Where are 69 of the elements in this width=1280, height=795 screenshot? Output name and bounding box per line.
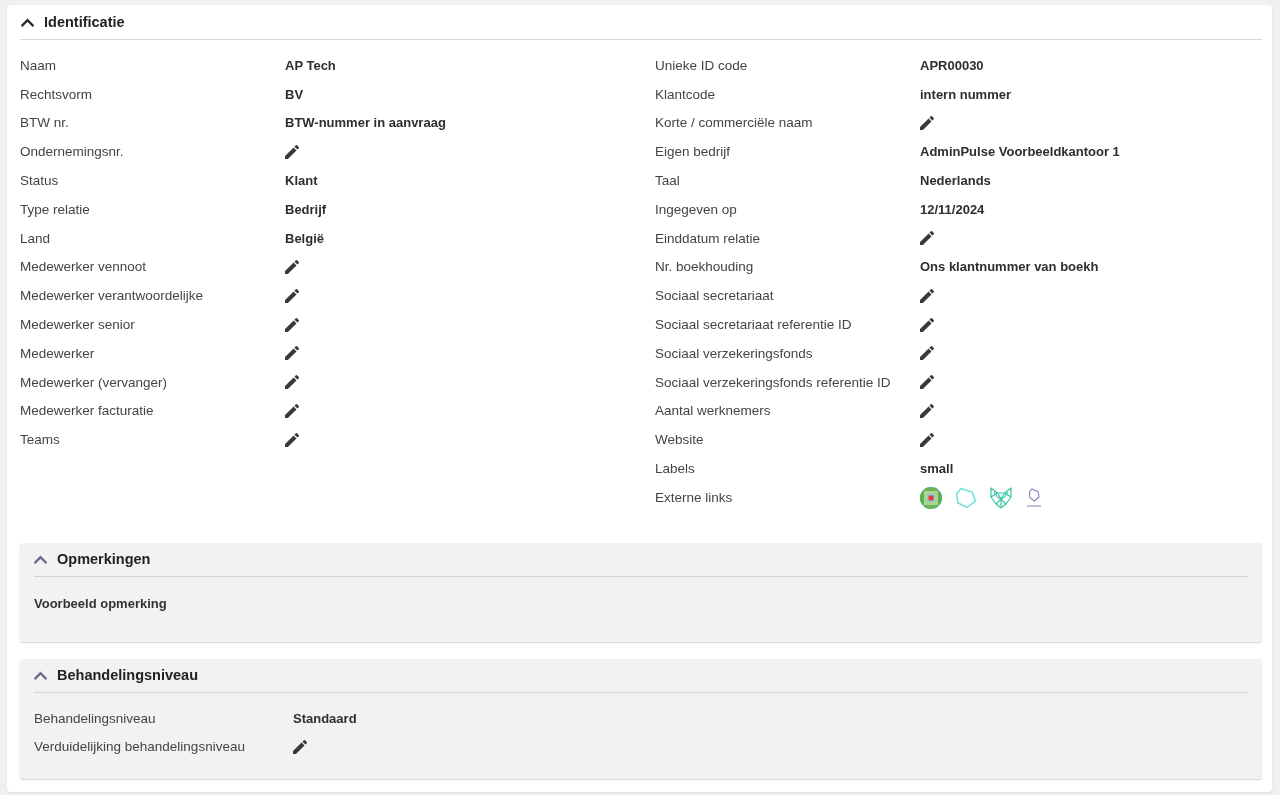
pencil-icon[interactable] <box>920 317 934 332</box>
pencil-icon[interactable] <box>920 403 934 418</box>
pencil-icon[interactable] <box>285 317 299 332</box>
pencil-icon[interactable] <box>285 375 299 390</box>
pencil-icon[interactable] <box>285 432 299 447</box>
field-label: Nr. boekhouding <box>655 259 755 275</box>
field-label: Ingegeven op <box>655 201 738 217</box>
pencil-icon[interactable] <box>920 288 934 303</box>
field-value: APR00030 <box>920 57 984 73</box>
field-value: AdminPulse Voorbeeldkantoor 1 <box>920 144 1120 160</box>
field-label: Korte / commerciële naam <box>655 115 814 131</box>
pencil-icon[interactable] <box>285 259 299 274</box>
field-value: 12/11/2024 <box>920 201 985 217</box>
field-label: Externe links <box>655 489 734 505</box>
field-label: Klantcode <box>655 86 717 102</box>
field-value: Nederlands <box>920 173 991 189</box>
field-label: Aantal werknemers <box>655 403 772 419</box>
field-label: Sociaal secretariaat <box>655 288 775 304</box>
pencil-icon[interactable] <box>285 403 299 418</box>
section-title: Behandelingsniveau <box>57 667 198 684</box>
field-label: Sociaal verzekeringsfonds referentie ID <box>655 374 892 390</box>
field-label: Einddatum relatie <box>655 230 762 246</box>
field-value: België <box>285 230 324 246</box>
pencil-icon[interactable] <box>285 288 299 303</box>
pencil-icon[interactable] <box>920 432 934 447</box>
field-label: Unieke ID code <box>655 57 749 73</box>
pencil-icon[interactable] <box>920 231 934 246</box>
field-label: Medewerker vennoot <box>20 259 148 275</box>
note-text: Voorbeeld opmerking <box>34 595 167 611</box>
field-label: Sociaal verzekeringsfonds <box>655 345 814 361</box>
field-label: Medewerker facturatie <box>20 403 155 419</box>
field-label: Labels <box>655 461 696 477</box>
section-title: Opmerkingen <box>57 551 151 568</box>
pencil-icon[interactable] <box>285 346 299 361</box>
field-label: Ondernemingsnr. <box>20 144 125 160</box>
field-label: Rechtsvorm <box>20 86 93 102</box>
field-label: Medewerker (vervanger) <box>20 374 169 390</box>
field-label: Type relatie <box>20 201 91 217</box>
field-label: Medewerker verantwoordelijke <box>20 288 205 304</box>
field-label: Taal <box>655 173 681 189</box>
pencil-icon[interactable] <box>920 116 934 130</box>
outline-shape-icon[interactable] <box>1025 487 1043 510</box>
pencil-icon[interactable] <box>920 375 934 390</box>
field-label: Verduidelijking behandelingsniveau <box>34 739 246 755</box>
field-label: Sociaal secretariaat referentie ID <box>655 317 853 333</box>
field-label: Behandelingsniveau <box>34 711 157 727</box>
field-value: BTW-nummer in aanvraag <box>285 115 446 131</box>
field-label: Website <box>655 432 705 448</box>
field-label: Naam <box>20 57 57 73</box>
field-value: BV <box>285 86 304 102</box>
field-label: Land <box>20 230 52 246</box>
pencil-icon[interactable] <box>920 346 934 361</box>
section-title: Identificatie <box>44 14 125 30</box>
field-value: Standaard <box>293 711 357 727</box>
field-value: AP Tech <box>285 57 336 73</box>
field-label: Medewerker <box>20 345 96 361</box>
field-label: Medewerker senior <box>20 317 136 333</box>
field-label: Status <box>20 173 60 189</box>
field-label: Teams <box>20 432 61 448</box>
field-value: Bedrijf <box>285 201 327 217</box>
field-label: BTW nr. <box>20 115 70 131</box>
field-label: Eigen bedrijf <box>655 144 732 160</box>
field-value: Ons klantnummer van boekh <box>920 259 1099 275</box>
chevron-up-icon[interactable] <box>21 17 34 27</box>
pencil-icon[interactable] <box>293 739 307 754</box>
field-value: intern nummer <box>920 86 1011 102</box>
field-value: small <box>920 461 954 477</box>
field-value: Klant <box>285 173 318 189</box>
pencil-icon[interactable] <box>285 144 299 159</box>
